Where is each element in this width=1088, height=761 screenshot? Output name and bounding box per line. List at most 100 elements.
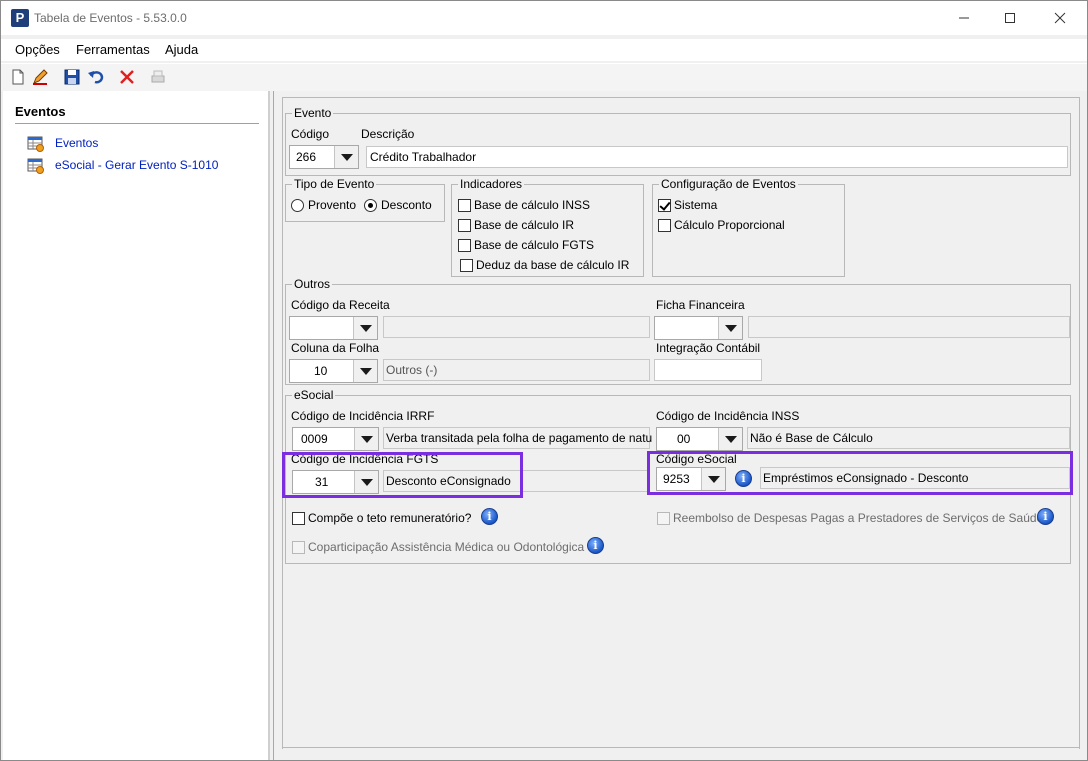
- chk-coparticipacao[interactable]: [292, 541, 305, 554]
- radio-provento[interactable]: [291, 199, 304, 212]
- chevron-down-icon[interactable]: [334, 146, 358, 168]
- main-window: P Tabela de Eventos - 5.53.0.0 Opções Fe…: [0, 0, 1088, 761]
- group-config: Configuração de Eventos Sistema Cálculo …: [652, 177, 845, 277]
- sidebar-divider: [15, 123, 259, 124]
- descricao-label: Descrição: [361, 127, 415, 141]
- irrf-value: 0009: [301, 432, 328, 446]
- form-frame: Evento Código 266 Descrição Crédito Trab…: [282, 97, 1080, 749]
- chevron-down-icon[interactable]: [353, 317, 377, 339]
- chk-sistema-label[interactable]: Sistema: [674, 198, 717, 212]
- sidebar-title: Eventos: [15, 104, 66, 119]
- edit-button[interactable]: [31, 68, 51, 88]
- undo-button[interactable]: [87, 68, 107, 88]
- table-icon: [27, 158, 44, 174]
- irrf-label: Código de Incidência IRRF: [291, 409, 435, 423]
- chk-compoe-teto[interactable]: [292, 512, 305, 525]
- group-esocial-legend: eSocial: [292, 388, 336, 402]
- chk-sistema[interactable]: [658, 199, 671, 212]
- radio-desconto-label[interactable]: Desconto: [381, 198, 432, 212]
- sidebar: Eventos Eventos eSocial - Gerar Evento S…: [3, 91, 269, 760]
- form-frame-bottom: [282, 747, 1080, 748]
- codigo-label: Código: [291, 127, 330, 141]
- new-icon: [12, 69, 24, 85]
- codigo-combo[interactable]: 266: [289, 145, 359, 169]
- radio-desconto[interactable]: [364, 199, 377, 212]
- group-evento: Evento Código 266 Descrição Crédito Trab…: [285, 106, 1071, 176]
- maximize-icon: [1005, 13, 1015, 23]
- chk-base-ir-label[interactable]: Base de cálculo IR: [474, 218, 574, 232]
- group-tipo-evento-legend: Tipo de Evento: [292, 177, 377, 191]
- new-button[interactable]: [9, 68, 29, 88]
- reembolso-info-icon[interactable]: i: [1037, 508, 1054, 525]
- menu-opcoes[interactable]: Opções: [15, 42, 60, 57]
- codigo-receita-desc: [383, 316, 650, 338]
- group-config-legend: Configuração de Eventos: [659, 177, 798, 191]
- sidebar-item-label: eSocial - Gerar Evento S-1010: [55, 158, 219, 172]
- inss-desc: Não é Base de Cálculo: [747, 427, 1070, 449]
- save-icon: [64, 69, 80, 85]
- chk-calculo-proporcional-label[interactable]: Cálculo Proporcional: [674, 218, 785, 232]
- chevron-down-icon[interactable]: [353, 360, 377, 382]
- chk-calculo-proporcional[interactable]: [658, 219, 671, 232]
- close-button[interactable]: [1037, 1, 1083, 35]
- descricao-input[interactable]: Crédito Trabalhador: [366, 146, 1068, 168]
- sidebar-item-label: Eventos: [55, 136, 99, 150]
- inss-combo[interactable]: 00: [656, 427, 743, 451]
- chk-coparticipacao-label[interactable]: Coparticipação Assistência Médica ou Odo…: [308, 540, 584, 554]
- chk-reembolso[interactable]: [657, 512, 670, 525]
- chk-base-fgts-label[interactable]: Base de cálculo FGTS: [474, 238, 594, 252]
- chk-base-ir[interactable]: [458, 219, 471, 232]
- menu-ajuda[interactable]: Ajuda: [165, 42, 198, 57]
- radio-provento-label[interactable]: Provento: [308, 198, 356, 212]
- minimize-icon: [959, 17, 969, 19]
- toolbar: [1, 63, 1087, 91]
- print-icon: [151, 70, 165, 83]
- app-logo-icon: P: [11, 9, 29, 27]
- menu-ferramentas[interactable]: Ferramentas: [76, 42, 150, 57]
- title-bar: P Tabela de Eventos - 5.53.0.0: [1, 1, 1087, 35]
- group-outros-legend: Outros: [292, 277, 333, 291]
- menu-bar: Opções Ferramentas Ajuda: [1, 39, 1087, 61]
- integracao-contabil-input[interactable]: [654, 359, 762, 381]
- maximize-button[interactable]: [987, 1, 1033, 35]
- group-evento-legend: Evento: [292, 106, 334, 120]
- chk-deduz-ir-label[interactable]: Deduz da base de cálculo IR: [476, 258, 629, 272]
- codigo-value: 266: [296, 150, 317, 164]
- window-title: Tabela de Eventos - 5.53.0.0: [34, 11, 187, 25]
- inss-value: 00: [677, 432, 691, 446]
- chevron-down-icon[interactable]: [718, 317, 742, 339]
- chk-base-fgts[interactable]: [458, 239, 471, 252]
- coparticipacao-info-icon[interactable]: i: [587, 537, 604, 554]
- irrf-desc: Verba transitada pela folha de pagamento…: [383, 427, 652, 449]
- close-icon: [1054, 12, 1066, 24]
- chk-compoe-teto-label[interactable]: Compõe o teto remuneratório?: [308, 511, 471, 525]
- delete-button[interactable]: [118, 68, 138, 88]
- irrf-combo[interactable]: 0009: [292, 427, 379, 451]
- coluna-folha-desc: Outros (-): [383, 359, 650, 381]
- edit-icon: [33, 69, 48, 85]
- minimize-button[interactable]: [941, 1, 987, 35]
- undo-icon: [88, 71, 104, 84]
- inss-label: Código de Incidência INSS: [656, 409, 800, 423]
- teto-info-icon[interactable]: i: [481, 508, 498, 525]
- table-icon: [27, 136, 44, 152]
- chk-deduz-ir[interactable]: [460, 259, 473, 272]
- save-button[interactable]: [63, 68, 83, 88]
- fgts-highlight-box: [282, 452, 523, 498]
- event-form-panel: Evento Código 266 Descrição Crédito Trab…: [273, 91, 1087, 760]
- print-button[interactable]: [149, 68, 169, 88]
- codigo-receita-combo[interactable]: [289, 316, 378, 340]
- chk-reembolso-label[interactable]: Reembolso de Despesas Pagas a Prestadore…: [673, 511, 1043, 525]
- group-indicadores: Indicadores Base de cálculo INSS Base de…: [451, 177, 644, 277]
- group-indicadores-legend: Indicadores: [458, 177, 525, 191]
- coluna-folha-label: Coluna da Folha: [291, 341, 380, 355]
- group-outros: Outros Código da Receita Ficha Financeir…: [285, 277, 1071, 385]
- ficha-financeira-combo[interactable]: [654, 316, 743, 340]
- chk-base-inss[interactable]: [458, 199, 471, 212]
- ficha-financeira-desc: [748, 316, 1070, 338]
- delete-icon: [120, 70, 134, 84]
- chevron-down-icon[interactable]: [718, 428, 742, 450]
- chk-base-inss-label[interactable]: Base de cálculo INSS: [474, 198, 590, 212]
- coluna-folha-combo[interactable]: 10: [289, 359, 378, 383]
- chevron-down-icon[interactable]: [354, 428, 378, 450]
